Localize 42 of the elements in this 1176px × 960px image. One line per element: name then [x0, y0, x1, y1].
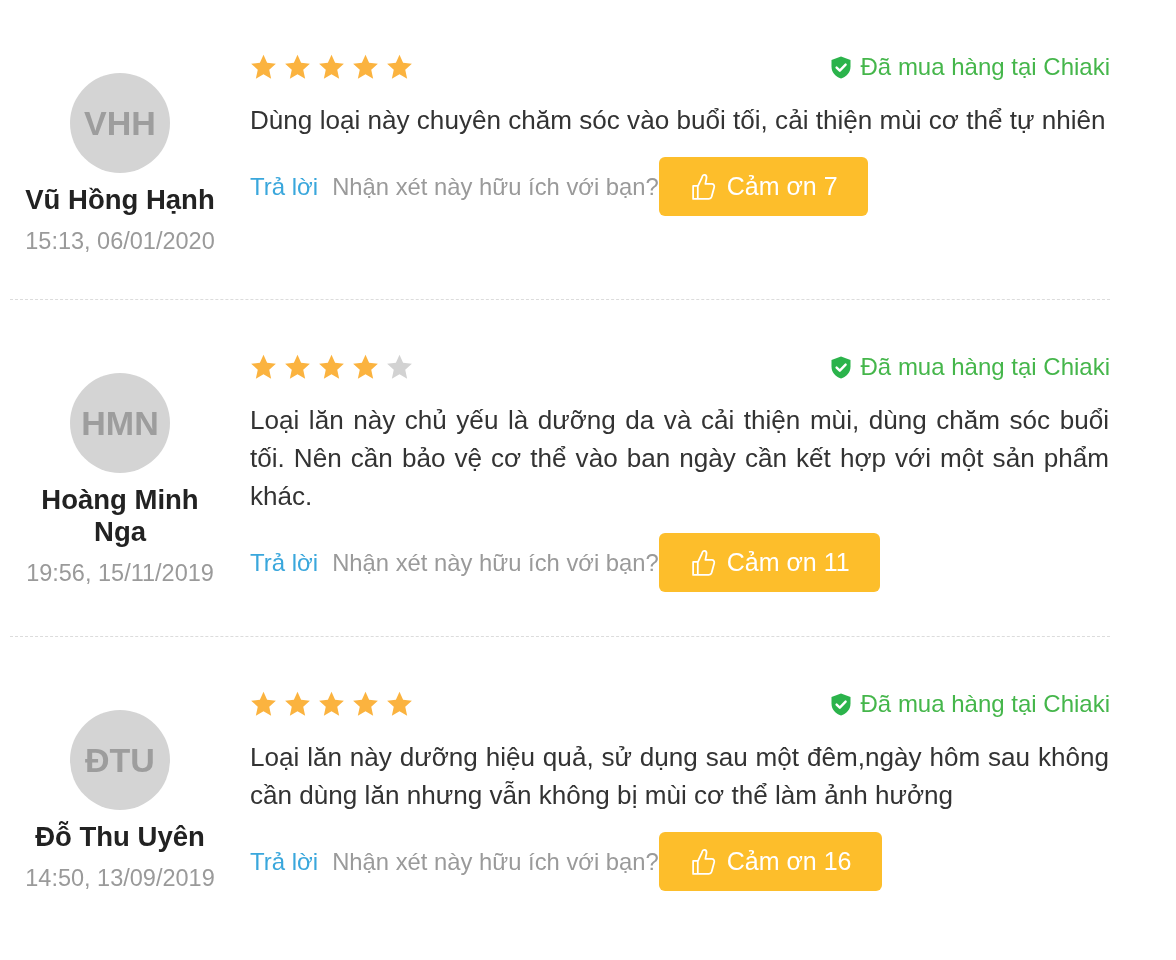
star-icon	[284, 354, 311, 380]
review-date: 14:50, 13/09/2019	[25, 864, 215, 892]
star-icon	[352, 354, 379, 380]
thumbs-up-icon	[690, 548, 716, 577]
thumbs-up-icon	[690, 847, 716, 876]
helpful-question: Nhận xét này hữu ích với bạn?	[332, 172, 659, 201]
star-icon	[318, 54, 345, 80]
shield-check-icon	[830, 55, 851, 79]
review-text: Loại lăn này dưỡng hiệu quả, sử dụng sau một đêm,ngày hôm sau không cần dùng lăn nhưng vẫn không bị mùi cơ thể làm ảnh hưởng	[250, 741, 1109, 812]
reviewer-name: Vũ Hồng Hạnh	[25, 184, 215, 216]
reviewer-name: Hoàng Minh Nga	[40, 484, 200, 548]
review-text: Dùng loại này chuyên chăm sóc vào buổi tối, cải thiện mùi cơ thể tự nhiên	[250, 104, 1107, 137]
thumbs-up-icon	[690, 172, 716, 201]
star-icon	[250, 54, 277, 80]
thanks-button[interactable]: Cảm ơn 16	[658, 832, 882, 891]
purchase-label: Đã mua hàng tại Chiaki	[860, 53, 1110, 81]
star-icon	[386, 54, 413, 80]
shield-check-icon	[830, 355, 851, 379]
star-icon	[284, 691, 311, 717]
reply-link[interactable]: Trả lời	[250, 548, 319, 577]
reply-link[interactable]: Trả lời	[250, 172, 319, 201]
star-icon	[250, 691, 277, 717]
helpful-question: Nhận xét này hữu ích với bạn?	[332, 847, 659, 876]
purchase-label: Đã mua hàng tại Chiaki	[860, 353, 1110, 381]
star-icon	[250, 354, 277, 380]
shield-check-icon	[830, 692, 851, 716]
purchase-label: Đã mua hàng tại Chiaki	[860, 690, 1110, 718]
star-icon	[352, 54, 379, 80]
helpful-question: Nhận xét này hữu ích với bạn?	[332, 548, 659, 577]
star-icon	[284, 54, 311, 80]
review-date: 19:56, 15/11/2019	[26, 559, 214, 587]
review-date: 15:13, 06/01/2020	[25, 227, 215, 255]
reviewer-name: Đỗ Thu Uyên	[35, 821, 205, 853]
review-text: Loại lăn này chủ yếu là dưỡng da và cải thiện mùi, dùng chăm sóc buổi tối. Nên cần bảo vệ cơ thể vào ban ngày cần kết hợp với một sản phẩm khác.	[250, 404, 1109, 513]
star-icon	[318, 354, 345, 380]
reply-link[interactable]: Trả lời	[250, 847, 319, 876]
star-icon	[386, 354, 413, 380]
star-icon	[386, 691, 413, 717]
star-icon	[352, 691, 379, 717]
star-icon	[318, 691, 345, 717]
thanks-button[interactable]: Cảm ơn 11	[658, 533, 880, 592]
thanks-button[interactable]: Cảm ơn 7	[658, 157, 868, 216]
